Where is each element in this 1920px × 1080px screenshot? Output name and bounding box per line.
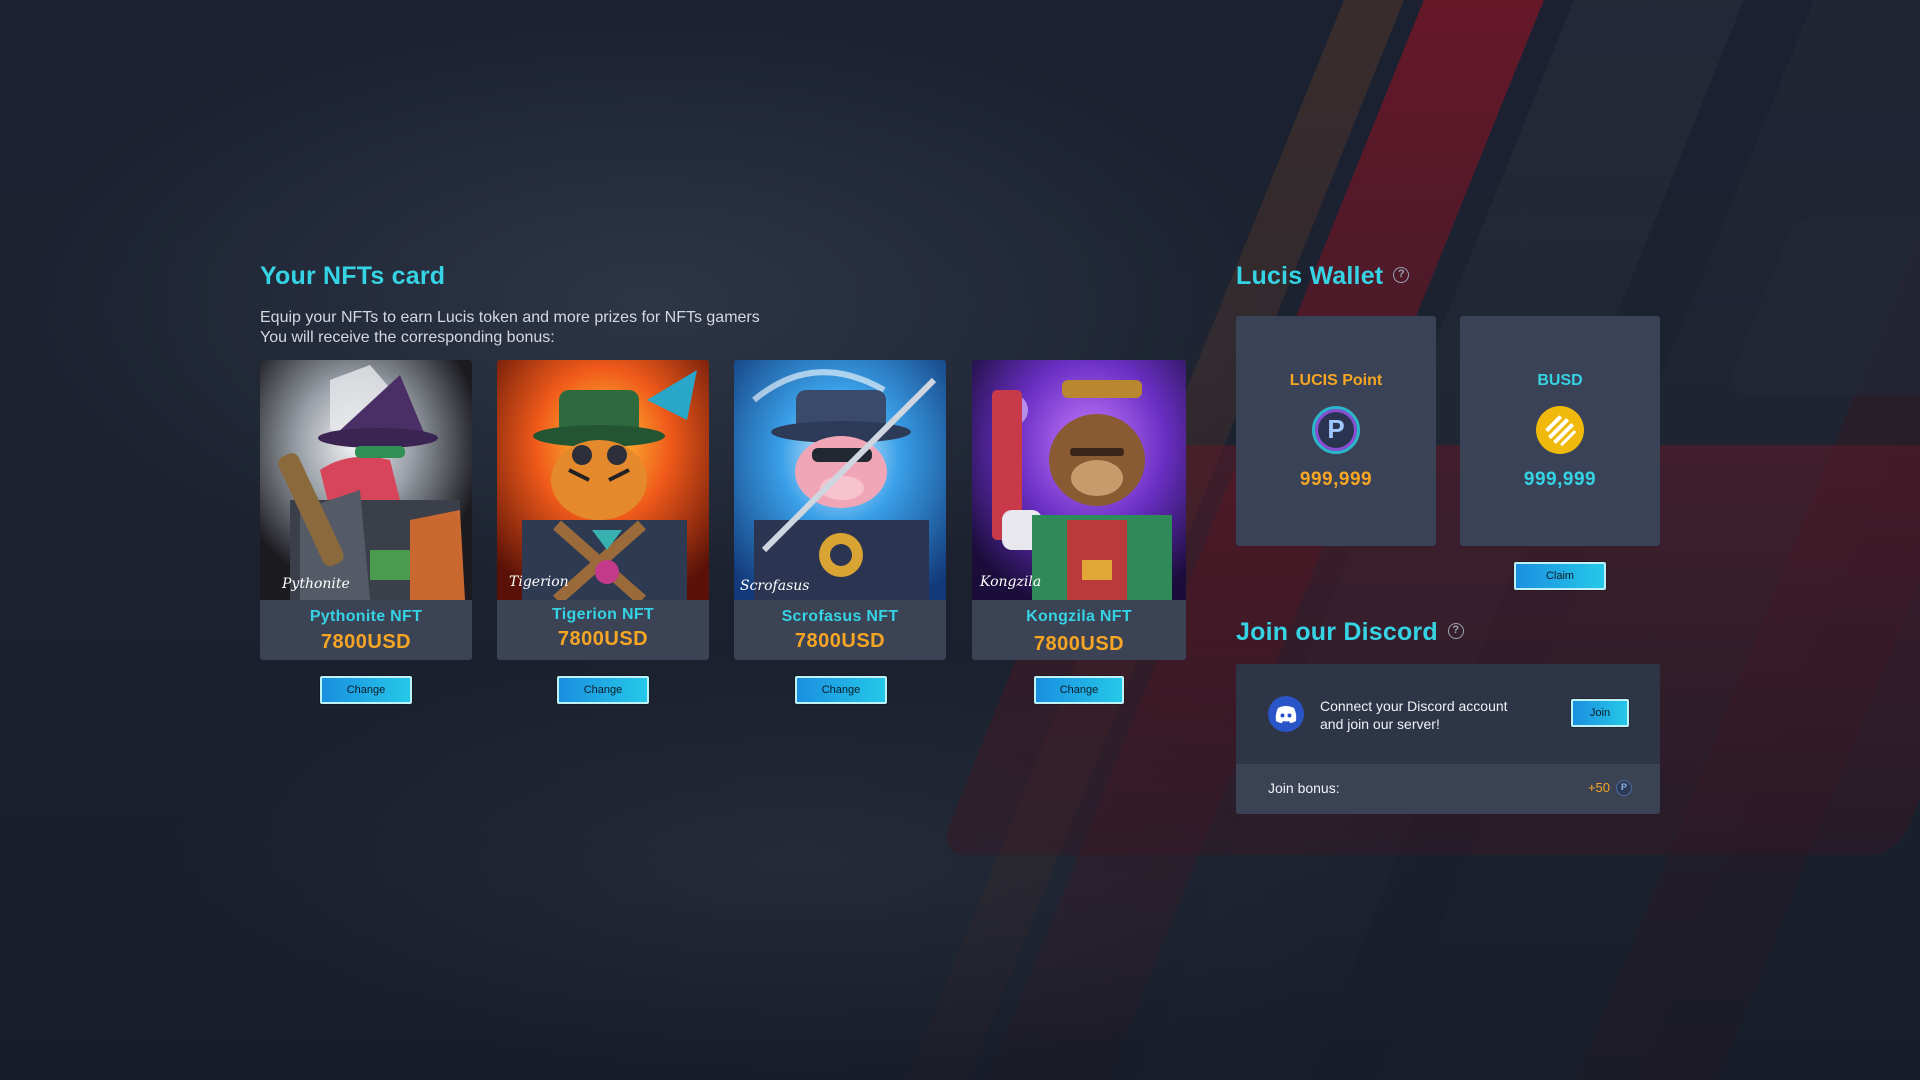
nft-signature-pythonite: Pythonite bbox=[281, 576, 350, 592]
discord-icon bbox=[1268, 696, 1304, 732]
nfts-section-title: Your NFTs card bbox=[260, 262, 446, 290]
nft-price-kongzila: 7800USD bbox=[1033, 633, 1125, 655]
nft-card-scrofasus: Scrofasus Scrofasus NFT 7800USD bbox=[734, 360, 946, 660]
wallet-section-title: Lucis Wallet? bbox=[1236, 262, 1410, 291]
discord-text-line1: Connect your Discord account bbox=[1320, 698, 1508, 714]
nfts-description-line1: Equip your NFTs to earn Lucis token and … bbox=[260, 309, 760, 326]
nft-price-pythonite: 7800USD bbox=[320, 631, 412, 653]
nft-card-pythonite: Pythonite Pythonite NFT 7800USD bbox=[260, 360, 472, 660]
join-bonus-label: Join bonus: bbox=[1268, 780, 1340, 796]
join-bonus-value: +50 bbox=[1587, 780, 1610, 795]
nft-name-scrofasus: Scrofasus NFT bbox=[781, 608, 899, 625]
busd-amount: 999,999 bbox=[1523, 469, 1597, 490]
nft-signature-tigerion: Tigerion bbox=[509, 574, 569, 590]
nfts-description-line2: You will receive the corresponding bonus… bbox=[260, 329, 555, 346]
lucis-point-mini-icon: P bbox=[1616, 780, 1632, 796]
lucis-coin-icon: P bbox=[1312, 406, 1360, 454]
nft-image-tigerion: Tigerion bbox=[497, 360, 709, 600]
discord-title-text: Join our Discord bbox=[1236, 618, 1438, 646]
change-button-scrofasus[interactable]: Change bbox=[795, 676, 887, 704]
nft-card-tigerion: Tigerion Tigerion NFT 7800USD bbox=[497, 360, 709, 660]
discord-description: Connect your Discord account and join ou… bbox=[1320, 697, 1550, 733]
nft-signature-kongzila: Kongzila bbox=[979, 574, 1041, 590]
discord-section-title: Join our Discord? bbox=[1236, 618, 1464, 647]
lucis-point-card: LUCIS Point P 999,999 bbox=[1236, 316, 1436, 546]
lucis-point-amount: 999,999 bbox=[1299, 469, 1373, 490]
lucis-coin-letter: P bbox=[1327, 414, 1345, 444]
discord-panel: Connect your Discord account and join ou… bbox=[1236, 664, 1660, 814]
nft-name-tigerion: Tigerion NFT bbox=[552, 606, 654, 623]
nft-signature-scrofasus: Scrofasus bbox=[740, 578, 809, 594]
join-button[interactable]: Join bbox=[1571, 699, 1629, 727]
busd-label: BUSD bbox=[1537, 372, 1583, 389]
nft-image-scrofasus: Scrofasus bbox=[734, 360, 946, 600]
nft-name-kongzila: Kongzila NFT bbox=[1026, 608, 1132, 625]
claim-button[interactable]: Claim bbox=[1514, 562, 1606, 590]
change-button-kongzila[interactable]: Change bbox=[1034, 676, 1124, 704]
wallet-title-text: Lucis Wallet bbox=[1236, 262, 1384, 290]
nft-price-tigerion: 7800USD bbox=[557, 628, 649, 650]
help-icon[interactable]: ? bbox=[1447, 623, 1464, 640]
nft-image-kongzila: Kongzila bbox=[972, 360, 1186, 600]
nft-name-pythonite: Pythonite NFT bbox=[309, 608, 423, 625]
nft-card-kongzila: Kongzila Kongzila NFT 7800USD bbox=[972, 360, 1186, 660]
nft-price-scrofasus: 7800USD bbox=[794, 630, 886, 652]
nfts-description: Equip your NFTs to earn Lucis token and … bbox=[260, 308, 760, 348]
busd-coin-icon bbox=[1536, 406, 1584, 454]
change-button-tigerion[interactable]: Change bbox=[557, 676, 649, 704]
help-icon[interactable]: ? bbox=[1393, 267, 1410, 284]
discord-text-line2: and join our server! bbox=[1320, 716, 1440, 732]
nft-image-pythonite: Pythonite bbox=[260, 360, 472, 600]
busd-card: BUSD 999,999 bbox=[1460, 316, 1660, 546]
change-button-pythonite[interactable]: Change bbox=[320, 676, 412, 704]
lucis-point-label: LUCIS Point bbox=[1289, 372, 1383, 389]
